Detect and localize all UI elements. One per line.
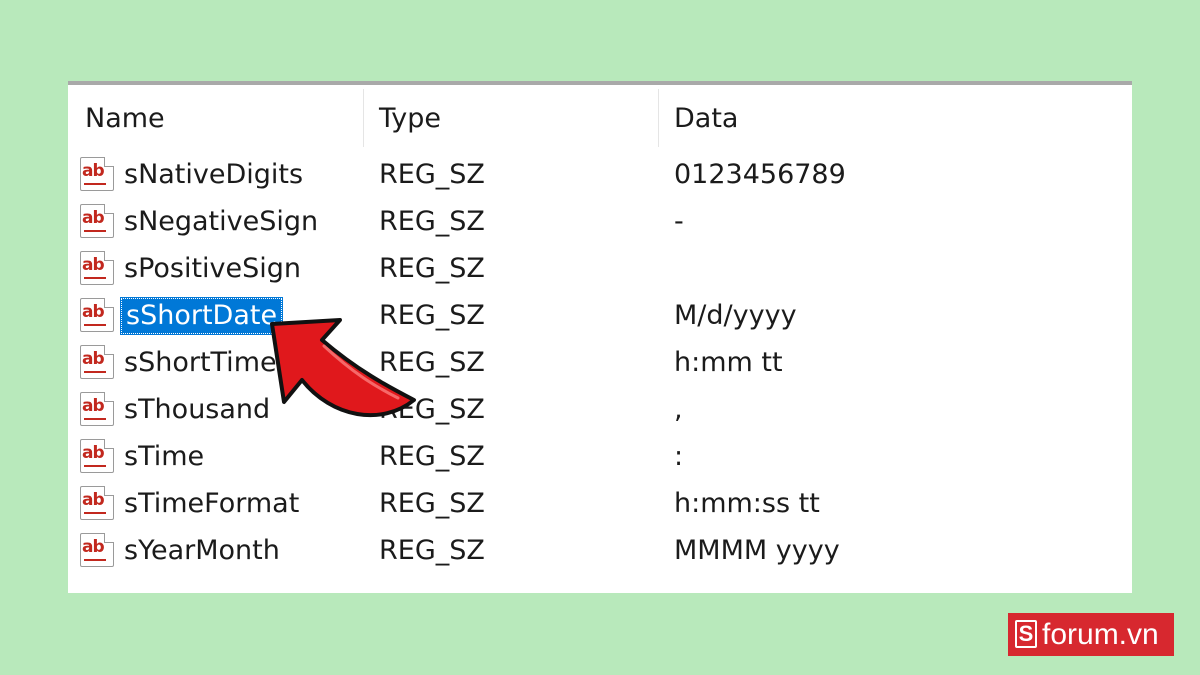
list-row[interactable]: ab sPositiveSign REG_SZ [68, 245, 1132, 292]
column-header-type[interactable]: Type [379, 85, 441, 147]
curved-arrow-icon [270, 318, 416, 418]
logo-text: forum.vn [1042, 618, 1159, 651]
value-name: sNegativeSign [124, 206, 319, 237]
list-row[interactable]: ab sShortTime REG_SZ h:mm tt [68, 339, 1132, 386]
icon-glyph: ab [82, 208, 105, 228]
string-value-icon: ab [80, 486, 114, 520]
list-row[interactable]: ab sTime REG_SZ : [68, 433, 1132, 480]
value-data: , [674, 394, 683, 425]
string-value-icon: ab [80, 533, 114, 567]
string-value-icon: ab [80, 439, 114, 473]
icon-glyph: ab [82, 349, 105, 369]
value-type: REG_SZ [379, 206, 485, 237]
list-row[interactable]: ab sNegativeSign REG_SZ - [68, 198, 1132, 245]
string-value-icon: ab [80, 345, 114, 379]
column-divider[interactable] [363, 89, 364, 147]
icon-glyph: ab [82, 302, 105, 322]
icon-glyph: ab [82, 255, 105, 275]
list-header: Name Type Data [68, 85, 1132, 147]
list-row[interactable]: ab sNativeDigits REG_SZ 0123456789 [68, 151, 1132, 198]
list-row[interactable]: ab sThousand REG_SZ , [68, 386, 1132, 433]
registry-values-list: Name Type Data ab sNativeDigits REG_SZ 0… [68, 81, 1132, 593]
string-value-icon: ab [80, 392, 114, 426]
value-name[interactable]: sShortDate [120, 297, 284, 335]
value-type: REG_SZ [379, 535, 485, 566]
value-type: REG_SZ [379, 159, 485, 190]
value-name: sShortTime [124, 347, 277, 378]
string-value-icon: ab [80, 157, 114, 191]
column-header-name[interactable]: Name [85, 85, 165, 147]
sforum-logo: S forum.vn [1008, 613, 1174, 656]
value-name: sNativeDigits [124, 159, 304, 190]
string-value-icon: ab [80, 298, 114, 332]
string-value-icon: ab [80, 204, 114, 238]
value-type: REG_SZ [379, 441, 485, 472]
icon-glyph: ab [82, 490, 105, 510]
icon-glyph: ab [82, 443, 105, 463]
value-name: sTime [124, 441, 205, 472]
value-data: MMMM yyyy [674, 535, 840, 566]
value-data: M/d/yyyy [674, 300, 797, 331]
value-name: sPositiveSign [124, 253, 302, 284]
column-header-data[interactable]: Data [674, 85, 738, 147]
value-type: REG_SZ [379, 253, 485, 284]
value-data: - [674, 206, 684, 237]
column-divider[interactable] [658, 89, 659, 147]
icon-glyph: ab [82, 396, 105, 416]
value-name: sYearMonth [124, 535, 280, 566]
string-value-icon: ab [80, 251, 114, 285]
value-data: : [674, 441, 684, 472]
list-row[interactable]: ab sYearMonth REG_SZ MMMM yyyy [68, 527, 1132, 574]
icon-glyph: ab [82, 537, 105, 557]
logo-letter: S [1015, 620, 1037, 648]
value-name: sTimeFormat [124, 488, 300, 519]
value-data: 0123456789 [674, 159, 846, 190]
value-type: REG_SZ [379, 488, 485, 519]
value-name: sThousand [124, 394, 271, 425]
icon-glyph: ab [82, 161, 105, 181]
list-row-selected[interactable]: ab sShortDate REG_SZ M/d/yyyy [68, 292, 1132, 339]
list-row[interactable]: ab sTimeFormat REG_SZ h:mm:ss tt [68, 480, 1132, 527]
value-data: h:mm tt [674, 347, 783, 378]
value-data: h:mm:ss tt [674, 488, 820, 519]
